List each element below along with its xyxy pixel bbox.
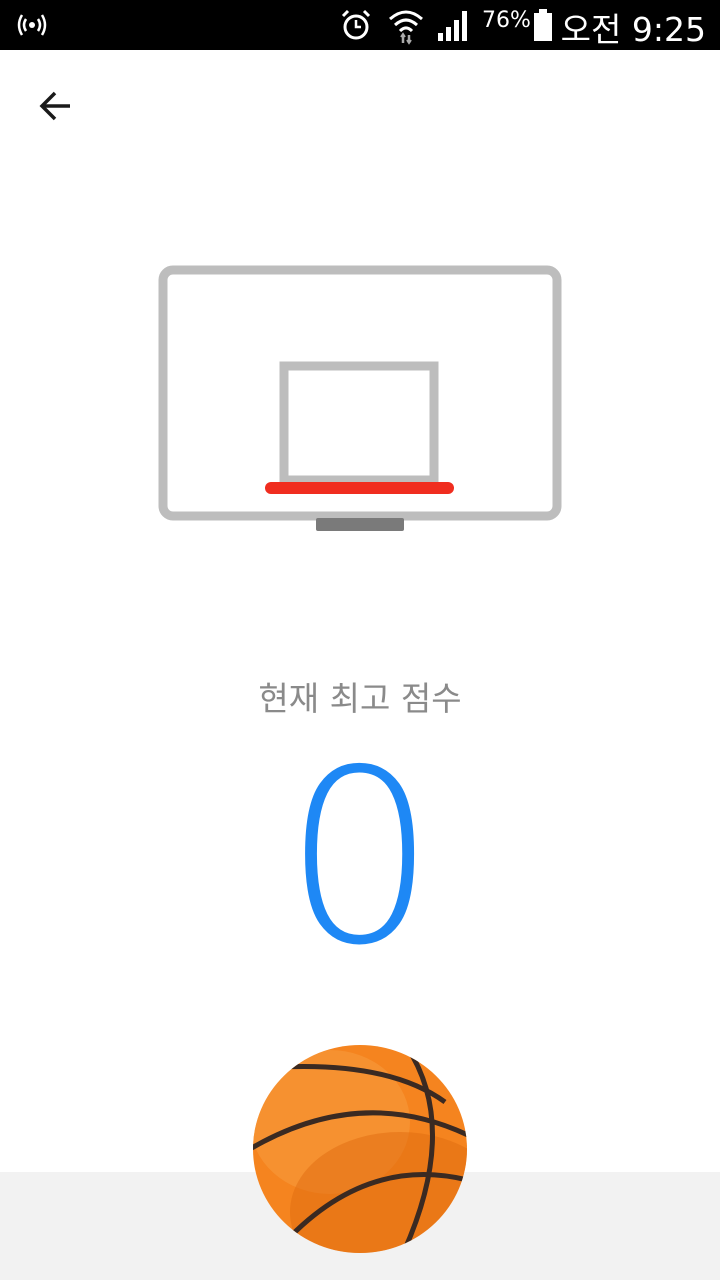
status-clock: 오전 9:25 — [560, 10, 706, 49]
backboard-target-square — [279, 361, 439, 485]
best-score-label: 현재 최고 점수 — [258, 679, 462, 718]
battery-icon — [532, 0, 554, 50]
arrow-back-icon — [36, 86, 76, 130]
back-button[interactable] — [26, 80, 86, 136]
score-value: 0 — [283, 718, 437, 998]
signal-broadcast-icon — [14, 0, 50, 50]
alarm-icon — [338, 0, 374, 50]
cellular-signal-icon — [436, 0, 472, 50]
battery-percent: 76% — [482, 8, 531, 33]
status-bar: 76% 오전 9:25 — [0, 0, 720, 50]
basketball-hoop — [150, 260, 570, 540]
wifi-icon — [386, 0, 426, 50]
basketball[interactable] — [250, 1042, 470, 1257]
hoop-bracket — [316, 518, 404, 531]
